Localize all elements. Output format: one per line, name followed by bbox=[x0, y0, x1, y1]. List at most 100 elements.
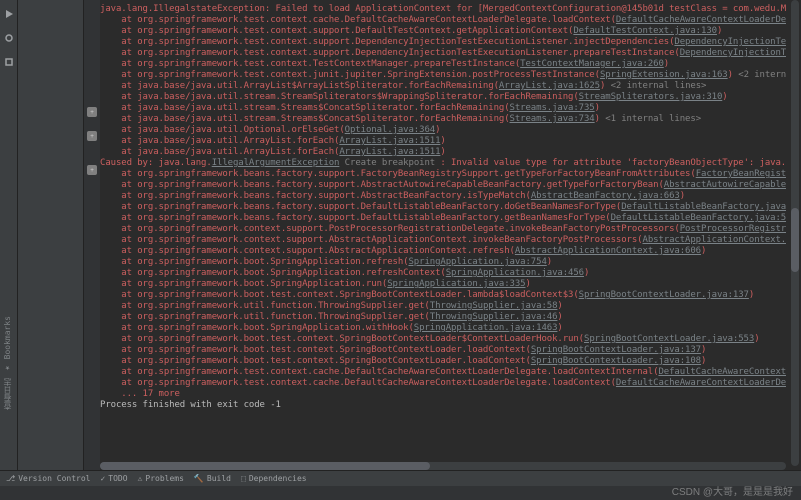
stacktrace-link[interactable]: SpringBootContextLoader.java:137 bbox=[531, 345, 701, 355]
fold-marker-icon[interactable]: + bbox=[87, 107, 97, 117]
stacktrace-link[interactable]: DependencyInjectionTestExecutionListener… bbox=[680, 48, 786, 58]
stacktrace-link[interactable]: SpringApplication.java:754 bbox=[408, 257, 546, 267]
stacktrace-link[interactable]: FactoryBeanRegistrySupport.java:86 bbox=[696, 169, 786, 179]
stacktrace-link[interactable]: DefaultCacheAwareContextLoaderDelegate.j… bbox=[658, 367, 786, 377]
stacktrace-link[interactable]: DependencyInjectionTestExecutionListener… bbox=[674, 37, 786, 47]
stacktrace-link[interactable]: Streams.java:734 bbox=[510, 114, 595, 124]
stacktrace-link[interactable]: DefaultCacheAwareContextLoaderDelegate.j… bbox=[616, 15, 786, 25]
console-line: Caused by: java.lang.IllegalArgumentExce… bbox=[100, 158, 782, 169]
stacktrace-link[interactable]: SpringExtension.java:163 bbox=[600, 70, 728, 80]
console-line: at org.springframework.test.context.Test… bbox=[100, 59, 782, 70]
console-text: at org.springframework.context.support.A… bbox=[121, 235, 642, 245]
vertical-scrollbar[interactable] bbox=[791, 0, 799, 466]
console-line: at org.springframework.boot.SpringApplic… bbox=[100, 323, 782, 334]
console-text: at java.base/java.util.stream.Streams$Co… bbox=[121, 103, 509, 113]
console-text: ) bbox=[600, 81, 611, 91]
fold-marker-icon[interactable]: + bbox=[87, 165, 97, 175]
console-line: at org.springframework.beans.factory.sup… bbox=[100, 213, 782, 224]
stacktrace-link[interactable]: ArrayList.java:1511 bbox=[339, 136, 440, 146]
console-line: at org.springframework.context.support.P… bbox=[100, 224, 782, 235]
console-text: at java.base/java.util.stream.StreamSpli… bbox=[121, 92, 578, 102]
stacktrace-link[interactable]: PostProcessorRegistrationDelegate.java:1… bbox=[680, 224, 786, 234]
stacktrace-link[interactable]: DefaultCacheAwareContextLoaderDelegate.j… bbox=[616, 378, 786, 388]
console-text: ) bbox=[595, 114, 606, 124]
stacktrace-link[interactable]: SpringBootContextLoader.java:553 bbox=[584, 334, 754, 344]
stacktrace-link[interactable]: Streams.java:735 bbox=[510, 103, 595, 113]
console-text: ) bbox=[701, 246, 706, 256]
tools-tab-icon[interactable] bbox=[3, 56, 15, 68]
stacktrace-link[interactable]: ArrayList.java:1511 bbox=[339, 147, 440, 157]
console-text: at org.springframework.test.context.cach… bbox=[121, 15, 616, 25]
console-line: at org.springframework.boot.test.context… bbox=[100, 356, 782, 367]
console-text: ) bbox=[557, 312, 562, 322]
stacktrace-link[interactable]: Optional.java:364 bbox=[345, 125, 435, 135]
console-text: ) bbox=[722, 92, 727, 102]
console-text: at org.springframework.boot.test.context… bbox=[121, 356, 531, 366]
console-text: Process finished with exit code -1 bbox=[100, 400, 281, 410]
console-text: ) bbox=[728, 70, 739, 80]
console-text: at org.springframework.test.context.supp… bbox=[121, 37, 674, 47]
watermark: CSDN @大哥，是是是我好 bbox=[672, 483, 793, 498]
tab-icon: ⬚ bbox=[241, 474, 246, 483]
console-text: <1 internal lines> bbox=[605, 114, 701, 124]
console-text: at org.springframework.beans.factory.sup… bbox=[121, 169, 695, 179]
stacktrace-link[interactable]: SpringBootContextLoader.java:108 bbox=[531, 356, 701, 366]
console-text: at org.springframework.boot.SpringApplic… bbox=[121, 268, 445, 278]
stacktrace-link[interactable]: AbstractApplicationContext.java:788 bbox=[643, 235, 787, 245]
horizontal-scrollbar[interactable] bbox=[100, 462, 786, 470]
debug-tab-icon[interactable] bbox=[3, 32, 15, 44]
stacktrace-link[interactable]: SpringApplication.java:335 bbox=[387, 279, 525, 289]
console-text: at org.springframework.test.context.Test… bbox=[121, 59, 520, 69]
vertical-scrollbar-thumb[interactable] bbox=[791, 208, 799, 272]
console-text: ) bbox=[664, 59, 669, 69]
stacktrace-link[interactable]: TestContextManager.java:260 bbox=[520, 59, 664, 69]
tab-label: Version Control bbox=[18, 474, 90, 483]
console-text: ) bbox=[701, 345, 706, 355]
bottom-tab[interactable]: ⚠Problems bbox=[138, 474, 184, 483]
console-text: ) bbox=[749, 290, 754, 300]
console-text: at org.springframework.beans.factory.sup… bbox=[121, 180, 663, 190]
bottom-tab[interactable]: ⬚Dependencies bbox=[241, 474, 307, 483]
stacktrace-link[interactable]: AbstractApplicationContext.java:606 bbox=[515, 246, 701, 256]
console-text: at java.base/java.util.stream.Streams$Co… bbox=[121, 114, 509, 124]
fold-marker-icon[interactable]: + bbox=[87, 131, 97, 141]
stacktrace-link[interactable]: SpringBootContextLoader.java:137 bbox=[579, 290, 749, 300]
console-text: at java.base/java.util.ArrayList.forEach… bbox=[121, 136, 339, 146]
bottom-tab[interactable]: ✓TODO bbox=[100, 474, 127, 483]
console-line: Process finished with exit code -1 bbox=[100, 400, 782, 411]
console-text: at org.springframework.test.context.cach… bbox=[121, 367, 658, 377]
horizontal-scrollbar-thumb[interactable] bbox=[100, 462, 430, 470]
console-text: at org.springframework.test.context.supp… bbox=[121, 48, 679, 58]
console-text: at java.base/java.util.ArrayList$ArrayLi… bbox=[121, 81, 499, 91]
console-text: ) bbox=[584, 268, 589, 278]
console-text: : Invalid value type for attribute 'fact… bbox=[440, 158, 786, 168]
stacktrace-link[interactable]: ThrowingSupplier.java:46 bbox=[430, 312, 558, 322]
tab-icon: ⚠ bbox=[138, 474, 143, 483]
stacktrace-link[interactable]: DefaultListableBeanFactory.java:534 bbox=[611, 213, 786, 223]
stacktrace-link[interactable]: ArrayList.java:1625 bbox=[499, 81, 600, 91]
tab-icon: ⎇ bbox=[6, 474, 15, 483]
stacktrace-link[interactable]: SpringApplication.java:456 bbox=[446, 268, 584, 278]
console-text: ) bbox=[557, 301, 562, 311]
run-tab-icon[interactable] bbox=[3, 8, 15, 20]
stacktrace-link[interactable]: SpringApplication.java:1463 bbox=[414, 323, 558, 333]
console-text: ) bbox=[595, 103, 600, 113]
console-text: ) bbox=[680, 191, 685, 201]
stacktrace-link[interactable]: ThrowingSupplier.java:58 bbox=[430, 301, 558, 311]
stacktrace-link[interactable]: IllegalArgumentException bbox=[212, 158, 340, 168]
stacktrace-link[interactable]: DefaultTestContext.java:130 bbox=[573, 26, 717, 36]
stacktrace-link[interactable]: AbstractAutowireCapableBeanFactory.java:… bbox=[664, 180, 786, 190]
stacktrace-link[interactable]: DefaultListableBeanFactory.java:575 bbox=[621, 202, 786, 212]
console-text: at org.springframework.test.context.juni… bbox=[121, 70, 600, 80]
stacktrace-link[interactable]: StreamSpliterators.java:310 bbox=[579, 92, 723, 102]
console-line: at java.base/java.util.Optional.orElseGe… bbox=[100, 125, 782, 136]
console-text: at java.base/java.util.Optional.orElseGe… bbox=[121, 125, 344, 135]
bottom-tab[interactable]: 🔨Build bbox=[194, 474, 231, 483]
bottom-tab[interactable]: ⎇Version Control bbox=[6, 474, 90, 483]
stacktrace-link[interactable]: AbstractBeanFactory.java:663 bbox=[531, 191, 680, 201]
tab-label: Dependencies bbox=[249, 474, 307, 483]
console-line: at org.springframework.test.context.supp… bbox=[100, 48, 782, 59]
console-text: ... 17 more bbox=[121, 389, 180, 399]
console-text: ) bbox=[526, 279, 531, 289]
sidebar-rotated-label[interactable]: 查看日志 ★ Bookmarks bbox=[2, 316, 13, 410]
